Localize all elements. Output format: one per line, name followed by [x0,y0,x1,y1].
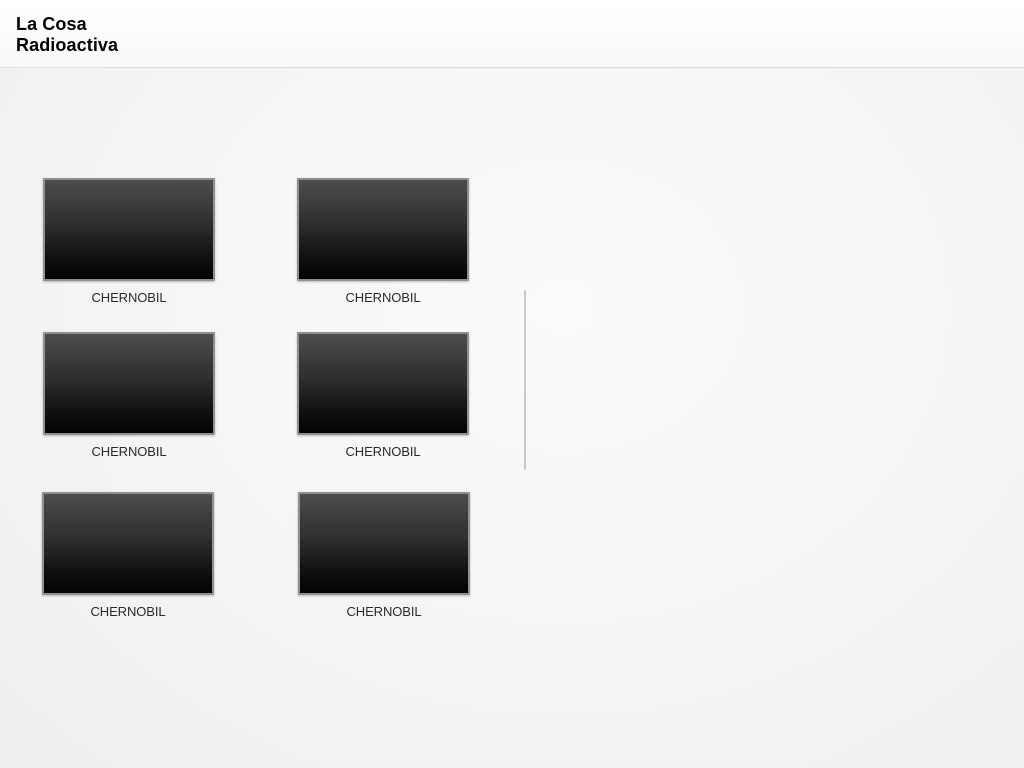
gallery-item-label: CHERNOBIL [346,604,422,619]
gallery-item-label: CHERNOBIL [345,290,421,305]
video-thumbnail[interactable] [297,178,469,281]
video-thumbnail[interactable] [42,492,214,595]
gallery-item[interactable]: CHERNOBIL [297,332,469,459]
gallery-item-label: CHERNOBIL [90,604,166,619]
vertical-divider [524,290,526,470]
video-thumbnail[interactable] [297,332,469,435]
gallery-item-label: CHERNOBIL [91,444,167,459]
gallery-item-label: CHERNOBIL [91,290,167,305]
gallery-item[interactable]: CHERNOBIL [297,178,469,305]
gallery-item[interactable]: CHERNOBIL [43,178,215,305]
video-thumbnail[interactable] [43,332,215,435]
gallery-item-label: CHERNOBIL [345,444,421,459]
gallery-item[interactable]: CHERNOBIL [298,492,470,619]
video-gallery: CHERNOBIL CHERNOBIL CHERNOBIL CHERNOBIL … [0,0,1024,768]
video-thumbnail[interactable] [43,178,215,281]
gallery-item[interactable]: CHERNOBIL [42,492,214,619]
video-thumbnail[interactable] [298,492,470,595]
gallery-item[interactable]: CHERNOBIL [43,332,215,459]
